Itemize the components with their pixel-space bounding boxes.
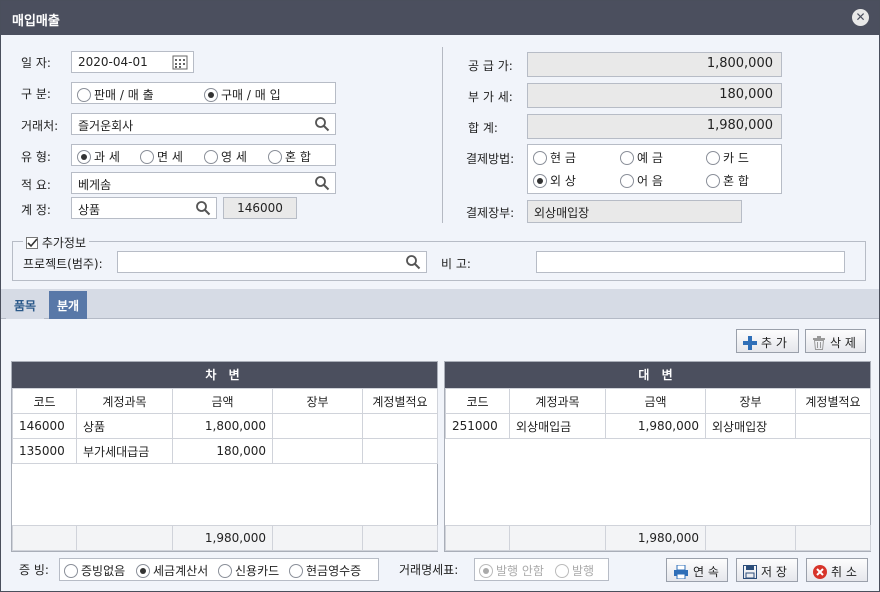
tab-items[interactable]: 품목 bbox=[6, 291, 45, 319]
type-purchase-radio[interactable]: 구매 / 매 입 bbox=[204, 86, 281, 103]
payment-cash-radio[interactable]: 현 금 bbox=[533, 149, 576, 166]
debit-title: 차 변 bbox=[12, 362, 437, 388]
type-sales-radio[interactable]: 판매 / 매 출 bbox=[77, 86, 154, 103]
partner-input[interactable]: 즐거운회사 bbox=[71, 113, 336, 135]
column-header[interactable]: 금액 bbox=[172, 388, 273, 414]
statement-no-issue-radio[interactable]: 발행 안함 bbox=[479, 562, 544, 579]
partner-value: 즐거운회사 bbox=[78, 119, 134, 133]
delete-button[interactable]: 삭 제 bbox=[805, 329, 866, 353]
kind-exempt-radio[interactable]: 면 세 bbox=[140, 148, 183, 165]
cancel-icon bbox=[813, 565, 827, 579]
save-icon bbox=[743, 565, 757, 579]
save-button[interactable]: 저 장 bbox=[736, 558, 798, 582]
partner-label: 거래처: bbox=[21, 119, 59, 133]
account-value: 상품 bbox=[78, 203, 101, 217]
payment-bill-radio[interactable]: 어 음 bbox=[620, 172, 663, 189]
credit-title: 대 변 bbox=[445, 362, 870, 388]
note-label: 비 고: bbox=[441, 257, 471, 271]
column-header[interactable]: 계정별적요 bbox=[362, 388, 438, 414]
project-input[interactable] bbox=[117, 251, 427, 273]
payment-radio-group: 현 금 예 금 카 드 외 상 어 음 혼 합 bbox=[527, 144, 782, 194]
supply-value: 1,800,000 bbox=[527, 52, 782, 77]
project-label: 프로젝트(범주): bbox=[23, 257, 103, 271]
account-code: 146000 bbox=[223, 197, 297, 219]
evidence-credit-card-radio[interactable]: 신용카드 bbox=[218, 562, 279, 579]
column-header[interactable]: 장부 bbox=[272, 388, 363, 414]
debit-grid: 차 변 코드 계정과목 금액 장부 계정별적요 146000 상품 1,800,… bbox=[11, 361, 438, 552]
vat-value: 180,000 bbox=[527, 83, 782, 108]
memo-label: 적 요: bbox=[21, 178, 51, 192]
table-row[interactable]: 146000 상품 1,800,000 bbox=[12, 413, 438, 439]
column-header[interactable]: 계정과목 bbox=[509, 388, 606, 414]
trash-icon bbox=[813, 336, 825, 350]
note-input[interactable] bbox=[536, 251, 845, 273]
search-icon[interactable] bbox=[314, 116, 330, 132]
memo-input[interactable]: 베게솜 bbox=[71, 172, 336, 194]
column-header[interactable]: 금액 bbox=[605, 388, 706, 414]
account-label: 계 정: bbox=[21, 203, 51, 217]
credit-total-row: 1,980,000 bbox=[445, 525, 871, 551]
type-radio-group: 판매 / 매 출 구매 / 매 입 bbox=[71, 82, 336, 104]
printer-icon bbox=[674, 564, 688, 580]
plus-icon bbox=[743, 336, 757, 350]
search-icon[interactable] bbox=[405, 254, 421, 270]
evidence-tax-invoice-radio[interactable]: 세금계산서 bbox=[136, 562, 208, 579]
date-label: 일 자: bbox=[21, 56, 51, 70]
search-icon[interactable] bbox=[195, 200, 211, 216]
account-input[interactable]: 상품 bbox=[71, 197, 217, 219]
kind-mixed-radio[interactable]: 혼 합 bbox=[268, 148, 311, 165]
payment-card-radio[interactable]: 카 드 bbox=[706, 149, 749, 166]
evidence-cash-receipt-radio[interactable]: 현금영수증 bbox=[289, 562, 361, 579]
total-value: 1,980,000 bbox=[527, 114, 782, 139]
payment-mixed-radio[interactable]: 혼 합 bbox=[706, 172, 749, 189]
credit-grid: 대 변 코드 계정과목 금액 장부 계정별적요 251000 외상매입금 1,9… bbox=[444, 361, 871, 552]
evidence-radio-group: 증빙없음 세금계산서 신용카드 현금영수증 bbox=[59, 558, 379, 581]
debit-total: 1,980,000 bbox=[172, 525, 273, 551]
statement-label: 거래명세표: bbox=[399, 563, 459, 577]
type-label: 구 분: bbox=[21, 87, 51, 101]
debit-total-row: 1,980,000 bbox=[12, 525, 438, 551]
payment-deposit-radio[interactable]: 예 금 bbox=[620, 149, 663, 166]
kind-radio-group: 과 세 면 세 영 세 혼 합 bbox=[71, 144, 336, 166]
memo-value: 베게솜 bbox=[78, 178, 112, 192]
vat-label: 부 가 세: bbox=[468, 90, 513, 104]
kind-zero-radio[interactable]: 영 세 bbox=[204, 148, 247, 165]
date-value: 2020-04-01 bbox=[78, 55, 148, 69]
kind-label: 유 형: bbox=[21, 150, 51, 164]
column-header[interactable]: 코드 bbox=[445, 388, 510, 414]
close-icon[interactable]: ✕ bbox=[852, 9, 869, 26]
supply-label: 공 급 가: bbox=[468, 59, 513, 73]
column-header[interactable]: 계정과목 bbox=[76, 388, 173, 414]
title-bar: 매입매출 ✕ bbox=[1, 1, 879, 35]
payment-label: 결제방법: bbox=[466, 152, 515, 166]
window-title: 매입매출 bbox=[12, 14, 60, 29]
total-label: 합 계: bbox=[468, 121, 498, 135]
tab-bar: 품목 분개 bbox=[1, 289, 879, 319]
column-header[interactable]: 장부 bbox=[705, 388, 796, 414]
date-input[interactable]: 2020-04-01 bbox=[71, 51, 194, 73]
statement-issue-radio[interactable]: 발행 bbox=[555, 562, 594, 579]
ledger-value: 외상매입장 bbox=[527, 200, 742, 223]
table-row[interactable]: 251000 외상매입금 1,980,000 외상매입장 bbox=[445, 413, 871, 439]
extra-info-checkbox[interactable] bbox=[26, 237, 38, 249]
divider bbox=[442, 47, 443, 223]
purchase-sales-dialog: 매입매출 ✕ 일 자: 2020-04-01 구 분: 판매 / 매 출 구매 … bbox=[0, 0, 880, 592]
continue-button[interactable]: 연 속 bbox=[666, 558, 728, 582]
column-header[interactable]: 코드 bbox=[12, 388, 77, 414]
add-button[interactable]: 추 가 bbox=[736, 329, 799, 353]
cancel-button[interactable]: 취 소 bbox=[806, 558, 868, 582]
ledger-label: 결제장부: bbox=[466, 206, 515, 220]
payment-credit-radio[interactable]: 외 상 bbox=[533, 172, 576, 189]
evidence-label: 증 빙: bbox=[19, 563, 49, 577]
kind-taxable-radio[interactable]: 과 세 bbox=[77, 148, 120, 165]
search-icon[interactable] bbox=[314, 175, 330, 191]
tab-journal[interactable]: 분개 bbox=[49, 291, 88, 319]
table-row[interactable]: 135000 부가세대급금 180,000 bbox=[12, 438, 438, 464]
statement-radio-group: 발행 안함 발행 bbox=[474, 558, 609, 581]
evidence-none-radio[interactable]: 증빙없음 bbox=[64, 562, 125, 579]
credit-total: 1,980,000 bbox=[605, 525, 706, 551]
calendar-icon[interactable] bbox=[172, 54, 188, 70]
column-header[interactable]: 계정별적요 bbox=[795, 388, 871, 414]
extra-info-legend[interactable]: 추가정보 bbox=[23, 234, 89, 251]
